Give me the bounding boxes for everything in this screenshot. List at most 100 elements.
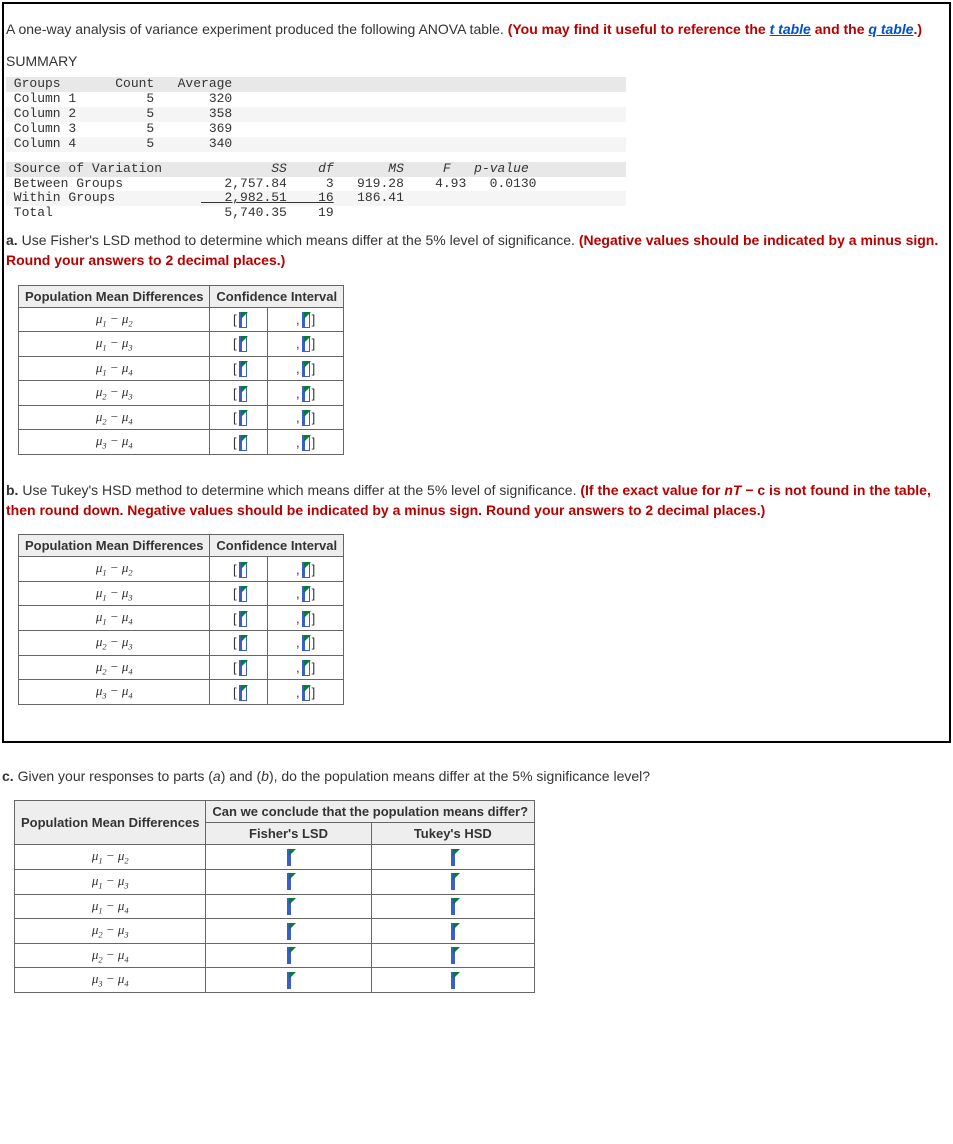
ci-lower-input[interactable] <box>239 660 247 676</box>
ci-upper-input[interactable] <box>302 685 310 701</box>
ci-lower-cell: [ <box>210 430 268 455</box>
ci-upper-cell: ,] <box>268 381 344 406</box>
diff-label: μ1 − μ3 <box>19 581 210 606</box>
ci-upper-input[interactable] <box>302 386 310 402</box>
ci-lower-input[interactable] <box>239 562 247 578</box>
ci-lower-input[interactable] <box>239 386 247 402</box>
ci-upper-input[interactable] <box>302 586 310 602</box>
ci-upper-input[interactable] <box>302 562 310 578</box>
ci-lower-input[interactable] <box>239 586 247 602</box>
ci-upper-cell: ,] <box>268 307 344 332</box>
c-col-diff: Population Mean Differences <box>15 801 206 845</box>
fisher-select[interactable] <box>287 972 291 989</box>
ci-upper-cell: ,] <box>268 557 344 582</box>
ci-lower-input[interactable] <box>239 410 247 426</box>
ci-col-interval: Confidence Interval <box>210 535 344 557</box>
intro-note: (You may find it useful to reference the… <box>508 21 922 37</box>
tukey-select[interactable] <box>451 898 455 915</box>
ci-upper-cell: ,] <box>268 655 344 680</box>
diff-label: μ1 − μ3 <box>19 332 210 357</box>
tukey-select-cell <box>371 870 534 895</box>
tukey-select[interactable] <box>451 849 455 866</box>
part-c-text: c. Given your responses to parts (a) and… <box>2 767 953 787</box>
ci-lower-cell: [ <box>210 680 268 705</box>
ci-upper-input[interactable] <box>302 312 310 328</box>
t-table-link[interactable]: t table <box>770 21 811 37</box>
ci-lower-input[interactable] <box>239 435 247 451</box>
ci-upper-input[interactable] <box>302 635 310 651</box>
table-row: μ1 − μ2[,] <box>19 307 344 332</box>
diff-label: μ2 − μ3 <box>19 631 210 656</box>
ci-lower-cell: [ <box>210 557 268 582</box>
fisher-select-cell <box>206 943 371 968</box>
part-b-text: b. Use Tukey's HSD method to determine w… <box>6 481 947 520</box>
ci-upper-input[interactable] <box>302 336 310 352</box>
fisher-select-cell <box>206 870 371 895</box>
ci-lower-input[interactable] <box>239 611 247 627</box>
ci-upper-cell: ,] <box>268 332 344 357</box>
tukey-select[interactable] <box>451 873 455 890</box>
ci-lower-cell: [ <box>210 405 268 430</box>
diff-label: μ2 − μ4 <box>15 943 206 968</box>
diff-label: μ1 − μ4 <box>15 894 206 919</box>
fisher-select[interactable] <box>287 849 291 866</box>
table-row: μ2 − μ4[,] <box>19 405 344 430</box>
ci-lower-cell: [ <box>210 631 268 656</box>
ci-upper-input[interactable] <box>302 410 310 426</box>
tukey-select[interactable] <box>451 923 455 940</box>
diff-label: μ2 − μ3 <box>15 919 206 944</box>
table-row: μ2 − μ4 <box>15 943 535 968</box>
fisher-select[interactable] <box>287 898 291 915</box>
conclusion-table: Population Mean Differences Can we concl… <box>14 800 535 993</box>
ci-upper-cell: ,] <box>268 356 344 381</box>
tukey-select[interactable] <box>451 947 455 964</box>
ci-lower-cell: [ <box>210 307 268 332</box>
ci-lower-input[interactable] <box>239 312 247 328</box>
diff-label: μ3 − μ4 <box>15 968 206 993</box>
diff-label: μ1 − μ2 <box>19 307 210 332</box>
summary-heading: SUMMARY <box>6 53 947 69</box>
table-row: μ1 − μ2 <box>15 845 535 870</box>
table-row: μ1 − μ3[,] <box>19 581 344 606</box>
ci-lower-cell: [ <box>210 332 268 357</box>
diff-label: μ1 − μ4 <box>19 606 210 631</box>
table-row: μ1 − μ4 <box>15 894 535 919</box>
ci-upper-input[interactable] <box>302 361 310 377</box>
ci-upper-input[interactable] <box>302 660 310 676</box>
anova-table: Source of Variation SS df MS F p-value B… <box>6 162 947 222</box>
tukey-select-cell <box>371 919 534 944</box>
ci-lower-input[interactable] <box>239 336 247 352</box>
ci-lower-cell: [ <box>210 381 268 406</box>
tukey-select-cell <box>371 968 534 993</box>
ci-upper-input[interactable] <box>302 435 310 451</box>
tukey-select[interactable] <box>451 972 455 989</box>
intro-lead: A one-way analysis of variance experimen… <box>6 21 508 37</box>
diff-label: μ2 − μ4 <box>19 405 210 430</box>
table-row: μ2 − μ3[,] <box>19 381 344 406</box>
tukey-select-cell <box>371 894 534 919</box>
ci-upper-cell: ,] <box>268 430 344 455</box>
fisher-select-cell <box>206 845 371 870</box>
diff-label: μ1 − μ3 <box>15 870 206 895</box>
table-row: μ3 − μ4 <box>15 968 535 993</box>
table-row: μ2 − μ4[,] <box>19 655 344 680</box>
ci-upper-input[interactable] <box>302 611 310 627</box>
tukey-ci-table: Population Mean Differences Confidence I… <box>18 534 344 705</box>
ci-lower-input[interactable] <box>239 635 247 651</box>
fisher-select[interactable] <box>287 923 291 940</box>
intro-text: A one-way analysis of variance experimen… <box>6 20 947 39</box>
ci-lower-input[interactable] <box>239 361 247 377</box>
ci-lower-cell: [ <box>210 356 268 381</box>
table-row: μ3 − μ4[,] <box>19 680 344 705</box>
part-a-text: a. Use Fisher's LSD method to determine … <box>6 231 947 270</box>
ci-lower-cell: [ <box>210 606 268 631</box>
fisher-select[interactable] <box>287 873 291 890</box>
table-row: μ1 − μ2[,] <box>19 557 344 582</box>
ci-col-interval: Confidence Interval <box>210 285 344 307</box>
c-col-conclude: Can we conclude that the population mean… <box>206 801 535 823</box>
summary-table: Groups Count Average Column 1 5 320 Colu… <box>6 77 947 152</box>
fisher-select[interactable] <box>287 947 291 964</box>
fisher-select-cell <box>206 894 371 919</box>
ci-lower-input[interactable] <box>239 685 247 701</box>
q-table-link[interactable]: q table <box>868 21 913 37</box>
